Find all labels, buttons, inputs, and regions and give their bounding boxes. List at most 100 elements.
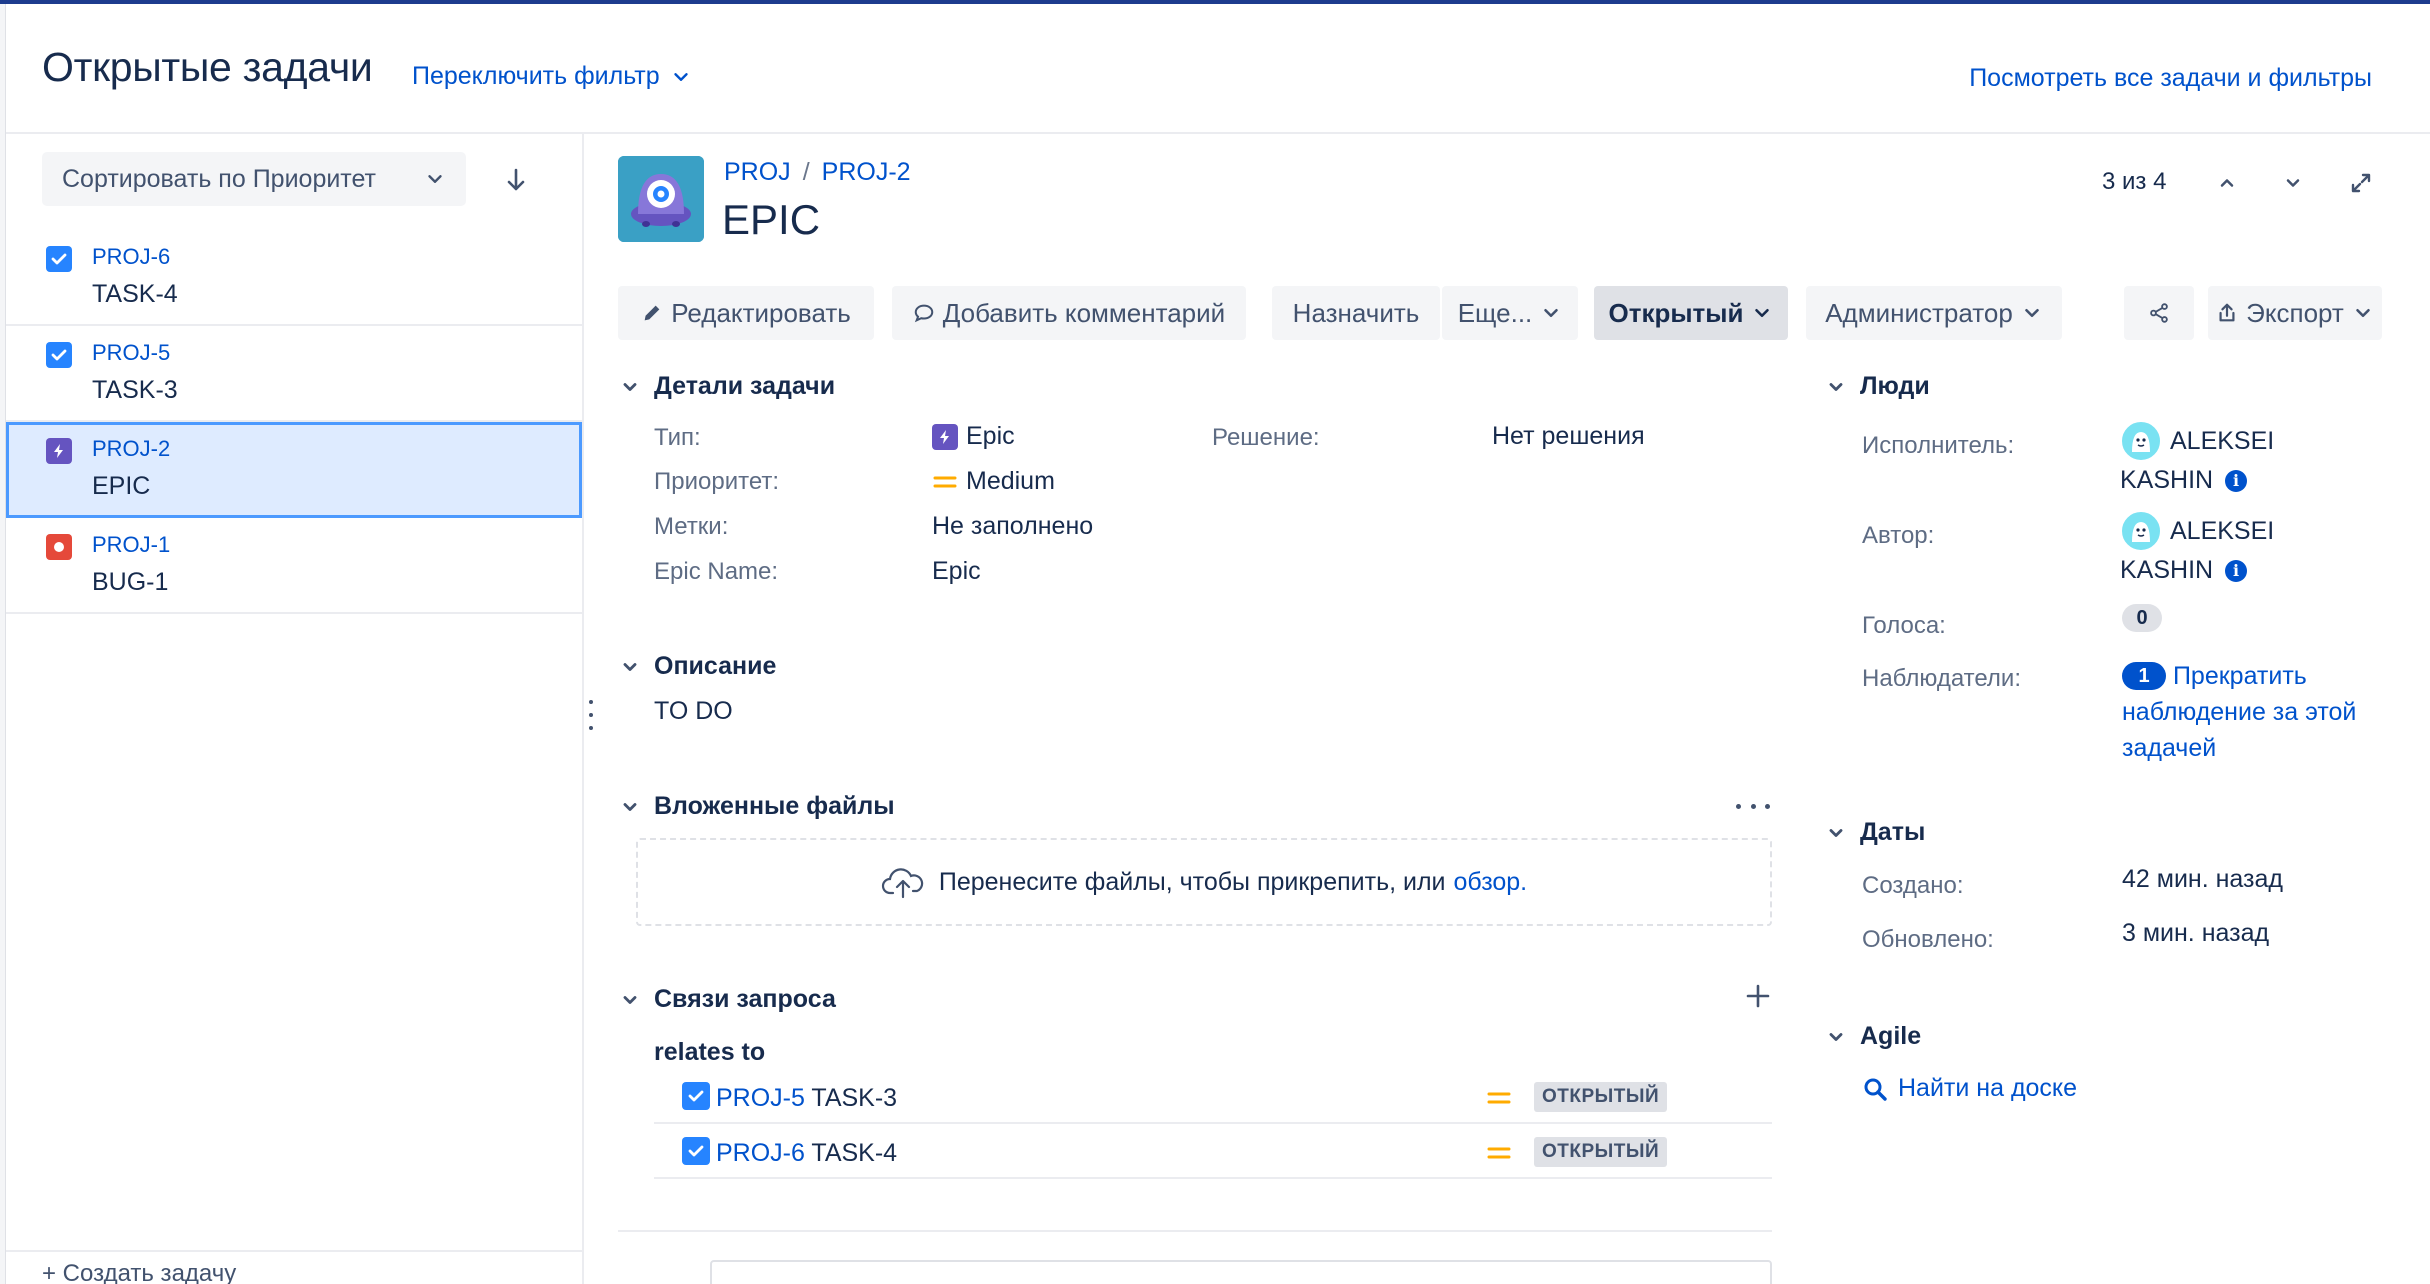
priority-value: Medium	[932, 467, 1055, 496]
chevron-up-icon	[2220, 179, 2234, 187]
chevron-down-icon	[1755, 308, 1770, 318]
linked-issue-key[interactable]: PROJ-6	[716, 1139, 805, 1167]
edit-button[interactable]: Редактировать	[618, 286, 874, 340]
type-label: Тип:	[654, 424, 701, 451]
details-heading: Детали задачи	[654, 372, 836, 400]
votes-count[interactable]: 0	[2122, 604, 2162, 632]
issue-key[interactable]: PROJ-2	[92, 436, 170, 462]
attachments-heading: Вложенные файлы	[654, 792, 895, 820]
agile-heading: Agile	[1860, 1022, 1922, 1050]
previous-issue-button[interactable]	[2212, 168, 2242, 198]
issue-list-item[interactable]: PROJ-1 BUG-1	[6, 518, 582, 614]
resolution-label: Решение:	[1212, 424, 1320, 451]
share-button[interactable]	[2124, 286, 2194, 340]
expand-view-button[interactable]	[2346, 168, 2376, 198]
assignee-label: Исполнитель:	[1862, 432, 2015, 459]
next-issue-button[interactable]	[2278, 168, 2308, 198]
bug-icon	[46, 534, 72, 560]
admin-button[interactable]: Администратор	[1806, 286, 2062, 340]
breadcrumb-project-link[interactable]: PROJ	[724, 158, 791, 187]
issue-key[interactable]: PROJ-6	[92, 244, 170, 270]
stop-watching-link[interactable]: 1 Прекратить наблюдение за этой задачей	[2122, 658, 2392, 766]
browse-files-link[interactable]: обзор.	[1454, 868, 1528, 897]
issue-list-item[interactable]: PROJ-6 TASK-4	[6, 230, 582, 326]
issue-key[interactable]: PROJ-5	[92, 340, 170, 366]
switch-filter-button[interactable]: Переключить фильтр	[412, 62, 692, 91]
reporter-last-name: KASHIN	[2120, 556, 2214, 584]
stop-watching-text: Прекратить	[2172, 662, 2307, 690]
reporter-label: Автор:	[1862, 522, 1935, 549]
pencil-icon	[644, 305, 660, 321]
edit-button-label: Редактировать	[671, 297, 851, 328]
epic-name-value[interactable]: Epic	[932, 557, 981, 586]
priority-medium-icon	[933, 476, 957, 487]
issue-list-item-selected[interactable]: PROJ-2 EPIC	[6, 422, 582, 518]
chevron-down-icon	[1829, 1032, 1843, 1041]
people-section-toggle[interactable]: Люди	[1826, 372, 1930, 401]
linked-issue-summary: TASK-3	[811, 1084, 898, 1112]
chevron-down-icon	[623, 995, 637, 1004]
section-divider	[618, 1230, 1772, 1232]
breadcrumb-issue-link[interactable]: PROJ-2	[822, 158, 911, 187]
issue-title[interactable]: EPIC	[722, 196, 820, 244]
find-on-board-text: Найти на доске	[1898, 1074, 2078, 1102]
arrow-down-icon	[507, 168, 525, 191]
info-icon[interactable]: i	[2225, 469, 2248, 492]
export-button[interactable]: Экспорт	[2208, 286, 2382, 340]
linked-issue-row[interactable]: PROJ-5 TASK-3 ОТКРЫТЫЙ	[654, 1070, 1772, 1124]
info-icon[interactable]: i	[2225, 559, 2248, 582]
breadcrumb: PROJ / PROJ-2	[724, 158, 911, 187]
resize-handle[interactable]	[588, 700, 594, 730]
sort-direction-button[interactable]	[498, 162, 534, 198]
epic-icon	[46, 438, 72, 464]
assignee-first-name: ALEKSEI	[2170, 426, 2275, 455]
assignee-value[interactable]: ALEKSEI KASHIN i	[2120, 420, 2400, 495]
export-icon	[2219, 303, 2235, 322]
view-all-issues-link[interactable]: Посмотреть все задачи и фильтры	[1969, 64, 2372, 93]
task-icon	[682, 1137, 710, 1165]
dates-section-toggle[interactable]: Даты	[1826, 818, 1925, 847]
search-icon	[1864, 1078, 1887, 1101]
add-link-button[interactable]	[1744, 982, 1772, 1010]
reporter-value[interactable]: ALEKSEI KASHIN i	[2120, 510, 2400, 585]
description-text[interactable]: TO DO	[654, 697, 733, 726]
description-heading: Описание	[654, 652, 777, 680]
page-title: Открытые задачи	[42, 44, 373, 90]
create-issue-link[interactable]: + Создать задачу	[42, 1260, 236, 1284]
linked-issue-summary: TASK-4	[811, 1139, 898, 1167]
details-section-toggle[interactable]: Детали задачи	[620, 372, 835, 401]
issue-key[interactable]: PROJ-1	[92, 532, 170, 558]
attachment-dropzone[interactable]: Перенесите файлы, чтобы прикрепить, или …	[636, 838, 1772, 926]
comment-input-box[interactable]	[710, 1260, 1772, 1284]
linked-issue-key[interactable]: PROJ-5	[716, 1084, 805, 1112]
chevron-down-icon	[2356, 308, 2370, 318]
task-icon	[46, 342, 72, 368]
cloud-upload-icon	[881, 868, 924, 899]
labels-value[interactable]: Не заполнено	[932, 512, 1093, 541]
avatar	[2120, 510, 2162, 552]
attachments-more-button[interactable]	[1736, 796, 1770, 816]
assign-button[interactable]: Назначить	[1272, 286, 1440, 340]
agile-section-toggle[interactable]: Agile	[1826, 1022, 1921, 1051]
issue-summary: TASK-4	[92, 280, 178, 308]
issue-list-item[interactable]: PROJ-5 TASK-3	[6, 326, 582, 422]
sort-dropdown[interactable]: Сортировать по Приоритет	[42, 152, 466, 206]
watchers-count: 1	[2122, 662, 2166, 690]
status-transition-button[interactable]: Открытый	[1594, 286, 1788, 340]
find-on-board-link[interactable]: Найти на доске	[1862, 1074, 2077, 1103]
add-comment-label: Добавить комментарий	[942, 297, 1226, 328]
attachments-section-toggle[interactable]: Вложенные файлы	[620, 792, 895, 821]
more-actions-button[interactable]: Еще...	[1442, 286, 1578, 340]
epic-icon	[932, 423, 958, 450]
add-comment-button[interactable]: Добавить комментарий	[892, 286, 1246, 340]
description-section-toggle[interactable]: Описание	[620, 652, 776, 681]
avatar	[2120, 420, 2162, 462]
project-avatar	[618, 156, 704, 242]
linked-issue-row[interactable]: PROJ-6 TASK-4 ОТКРЫТЫЙ	[654, 1125, 1772, 1179]
issue-summary: EPIC	[92, 472, 151, 500]
votes-label: Голоса:	[1862, 612, 1946, 639]
dates-heading: Даты	[1860, 818, 1926, 846]
created-value: 42 мин. назад	[2122, 865, 2283, 893]
issue-links-section-toggle[interactable]: Связи запроса	[620, 985, 836, 1014]
issue-list: PROJ-6 TASK-4 PROJ-5 TASK-3 PROJ-2 EPIC …	[6, 230, 582, 614]
